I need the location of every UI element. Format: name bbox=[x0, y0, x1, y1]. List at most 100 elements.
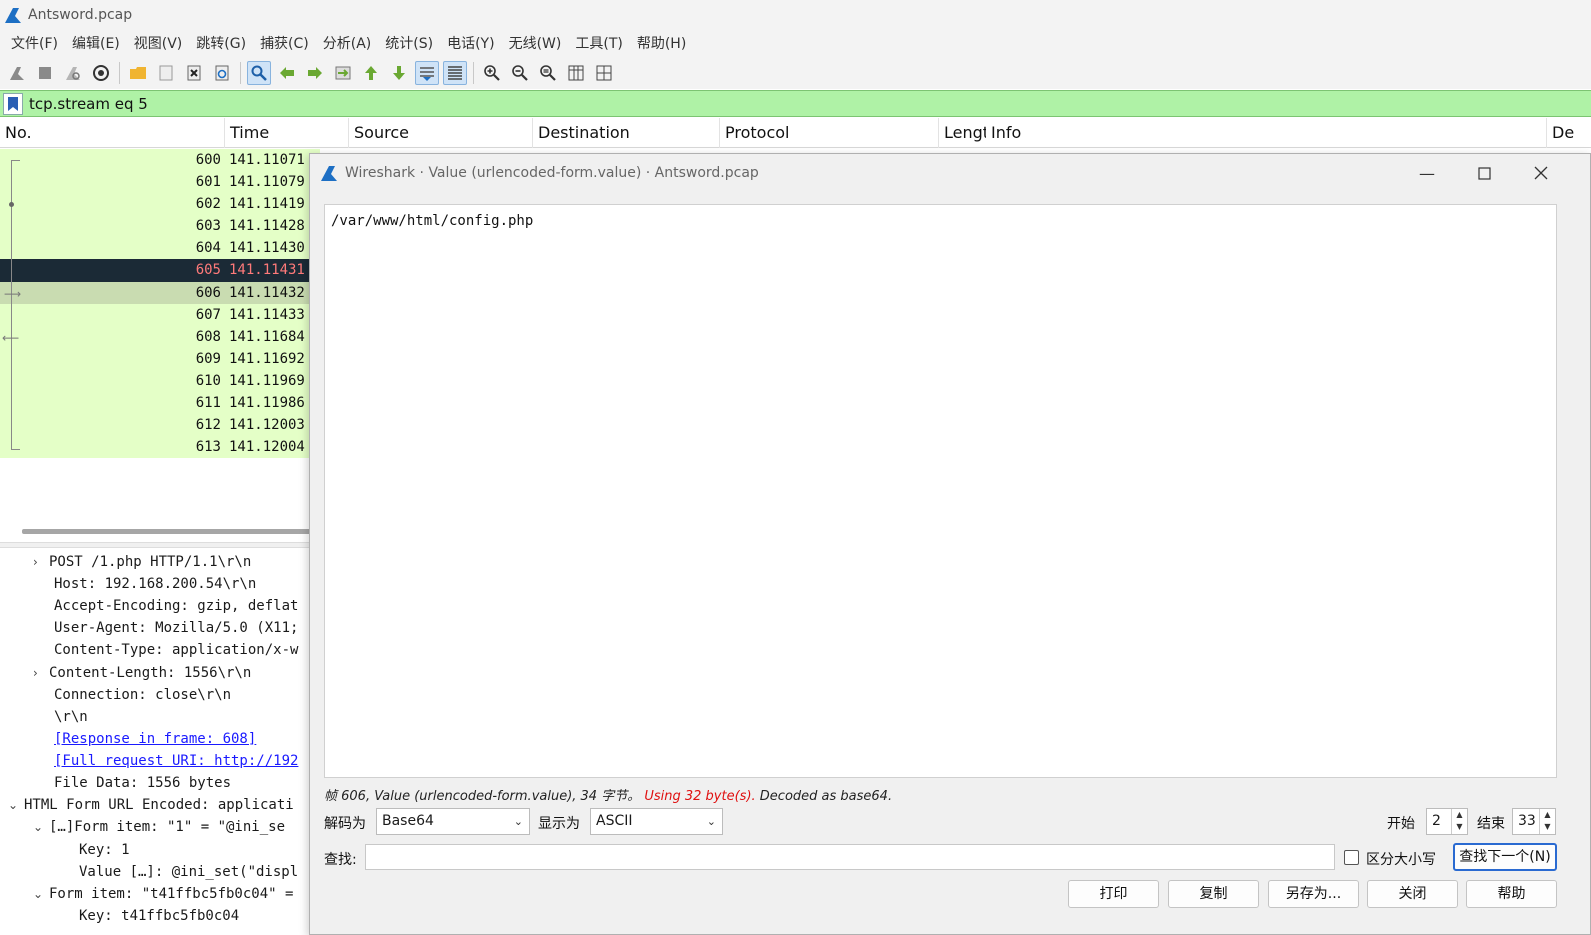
menu-go[interactable]: 跳转(G) bbox=[189, 33, 253, 53]
column-delta[interactable]: De bbox=[1547, 118, 1591, 148]
show-as-select[interactable]: ASCII ⌄ bbox=[590, 808, 723, 835]
packet-row[interactable]: 604 141.11430 bbox=[0, 237, 320, 260]
start-capture-button[interactable] bbox=[5, 61, 29, 85]
maximize-button[interactable] bbox=[1469, 160, 1499, 186]
detail-line[interactable]: Key: 1 bbox=[79, 839, 130, 861]
save-file-button[interactable] bbox=[154, 61, 178, 85]
last-packet-button[interactable] bbox=[387, 61, 411, 85]
detail-line[interactable]: Host: 192.168.200.54\r\n bbox=[54, 573, 256, 595]
reload-file-button[interactable] bbox=[210, 61, 234, 85]
decoded-value-text[interactable]: /var/www/html/config.php bbox=[324, 204, 1557, 778]
detail-line[interactable]: \r\n bbox=[54, 706, 88, 728]
detail-line[interactable]: Value […]: @ini_set("displ bbox=[79, 861, 298, 883]
column-length[interactable]: Lengt bbox=[939, 118, 986, 148]
menu-analyze[interactable]: 分析(A) bbox=[316, 33, 379, 53]
detail-line[interactable]: Connection: close\r\n bbox=[54, 684, 231, 706]
packet-row[interactable]: 610 141.11969 bbox=[0, 369, 320, 393]
packet-row-selected[interactable]: 605 141.11431 bbox=[0, 259, 320, 282]
detail-line[interactable]: Accept-Encoding: gzip, deflat bbox=[54, 595, 298, 617]
column-time[interactable]: Time bbox=[225, 117, 349, 148]
packet-row[interactable]: 602 141.11419 bbox=[0, 193, 320, 216]
detail-line[interactable]: Content-Type: application/x-w bbox=[54, 639, 298, 661]
main-titlebar: Antsword.pcap bbox=[0, 0, 1591, 29]
packet-row[interactable]: 612 141.12003 bbox=[0, 414, 320, 437]
column-source[interactable]: Source bbox=[349, 117, 533, 148]
column-info[interactable]: Info bbox=[986, 117, 1547, 148]
help-button[interactable]: 帮助 bbox=[1466, 880, 1557, 908]
detail-line[interactable]: › POST /1.php HTTP/1.1\r\n bbox=[33, 551, 251, 573]
menu-wireless[interactable]: 无线(W) bbox=[502, 33, 569, 53]
go-forward-button[interactable] bbox=[303, 61, 327, 85]
packet-list-scrollbar[interactable] bbox=[22, 529, 312, 534]
detail-line[interactable]: File Data: 1556 bytes bbox=[54, 772, 231, 794]
close-window-button[interactable] bbox=[1526, 160, 1556, 186]
end-spinbox[interactable]: 33 ▲ ▼ bbox=[1512, 808, 1556, 835]
find-packet-button[interactable] bbox=[247, 60, 271, 85]
resize-columns-button[interactable] bbox=[564, 61, 588, 85]
chevron-right-icon[interactable]: › bbox=[33, 551, 49, 573]
find-next-button[interactable]: 查找下一个(N) bbox=[1453, 843, 1557, 871]
detail-line[interactable]: › Content-Length: 1556\r\n bbox=[33, 662, 251, 684]
packet-row[interactable]: 603 141.11428 bbox=[0, 215, 320, 238]
display-filter-input[interactable]: tcp.stream eq 5 bbox=[29, 95, 148, 113]
copy-button[interactable]: 复制 bbox=[1168, 880, 1259, 908]
menu-capture[interactable]: 捕获(C) bbox=[253, 33, 316, 53]
chevron-right-icon[interactable]: › bbox=[33, 662, 49, 684]
close-file-button[interactable] bbox=[182, 61, 206, 85]
go-back-button[interactable] bbox=[275, 61, 299, 85]
packet-row-related[interactable]: 606 141.11432 bbox=[0, 281, 320, 304]
detail-line[interactable]: Key: t41ffbc5fb0c04 bbox=[79, 905, 239, 927]
menu-telephony[interactable]: 电话(Y) bbox=[440, 33, 501, 53]
menu-tools[interactable]: 工具(T) bbox=[568, 33, 629, 53]
packet-time: 141.11684 bbox=[229, 328, 305, 345]
detail-line-form-item[interactable]: ⌄ Form item: "t41ffbc5fb0c04" = bbox=[33, 883, 293, 905]
first-packet-button[interactable] bbox=[359, 61, 383, 85]
save-as-button[interactable]: 另存为... bbox=[1268, 880, 1359, 908]
chevron-down-icon[interactable]: ⌄ bbox=[33, 883, 49, 905]
decode-as-select[interactable]: Base64 ⌄ bbox=[376, 808, 530, 835]
close-button[interactable]: 关闭 bbox=[1367, 880, 1458, 908]
menu-view[interactable]: 视图(V) bbox=[127, 33, 190, 53]
restart-capture-button[interactable] bbox=[61, 61, 85, 85]
layout-button[interactable] bbox=[592, 61, 616, 85]
start-spinbox[interactable]: 2 ▲ ▼ bbox=[1426, 808, 1468, 835]
colorize-button[interactable] bbox=[443, 60, 467, 85]
packet-row[interactable]: 611 141.11986 bbox=[0, 392, 320, 415]
detail-line-form-item[interactable]: ⌄ […]Form item: "1" = "@ini_se bbox=[33, 816, 285, 838]
spinner-arrows-icon[interactable]: ▲ ▼ bbox=[1539, 809, 1555, 834]
packet-row[interactable]: 607 141.11433 bbox=[0, 303, 320, 326]
autoscroll-button[interactable] bbox=[415, 60, 439, 85]
spinner-arrows-icon[interactable]: ▲ ▼ bbox=[1451, 809, 1467, 834]
normal-size-button[interactable] bbox=[536, 61, 560, 85]
packet-row[interactable]: 613 141.12004 bbox=[0, 436, 320, 459]
chevron-down-icon[interactable]: ⌄ bbox=[33, 816, 49, 838]
column-protocol[interactable]: Protocol bbox=[720, 117, 939, 148]
menu-statistics[interactable]: 统计(S) bbox=[378, 33, 440, 53]
detail-line-form-encoded[interactable]: ⌄ HTML Form URL Encoded: applicati bbox=[8, 794, 294, 816]
zoom-in-button[interactable] bbox=[480, 61, 504, 85]
response-frame-link[interactable]: [Response in frame: 608] bbox=[54, 728, 256, 750]
menu-file[interactable]: 文件(F) bbox=[4, 33, 65, 53]
find-input[interactable] bbox=[365, 844, 1335, 870]
open-file-button[interactable] bbox=[126, 61, 150, 85]
packet-row[interactable]: 601 141.11079 bbox=[0, 171, 320, 194]
print-button[interactable]: 打印 bbox=[1068, 880, 1159, 908]
stop-capture-button[interactable] bbox=[33, 61, 57, 85]
packet-row[interactable]: 600 141.11071 bbox=[0, 149, 320, 172]
go-to-packet-button[interactable] bbox=[331, 61, 355, 85]
chevron-down-icon[interactable]: ⌄ bbox=[8, 794, 24, 816]
column-destination[interactable]: Destination bbox=[533, 117, 720, 148]
column-no[interactable]: No. bbox=[0, 117, 225, 148]
zoom-out-button[interactable] bbox=[508, 61, 532, 85]
minimize-button[interactable]: — bbox=[1412, 160, 1442, 186]
packet-row[interactable]: 608 141.11684 bbox=[0, 325, 320, 348]
capture-options-button[interactable] bbox=[89, 61, 113, 85]
full-uri-link[interactable]: [Full request URI: http://192 bbox=[54, 750, 298, 772]
menu-edit[interactable]: 编辑(E) bbox=[65, 33, 127, 53]
filter-bookmark-button[interactable] bbox=[3, 92, 23, 115]
detail-line[interactable]: User-Agent: Mozilla/5.0 (X11; bbox=[54, 617, 298, 639]
menu-help[interactable]: 帮助(H) bbox=[630, 33, 693, 53]
pane-splitter[interactable] bbox=[0, 542, 320, 548]
packet-row[interactable]: 609 141.11692 bbox=[0, 347, 320, 370]
case-sensitive-checkbox[interactable] bbox=[1344, 850, 1359, 865]
